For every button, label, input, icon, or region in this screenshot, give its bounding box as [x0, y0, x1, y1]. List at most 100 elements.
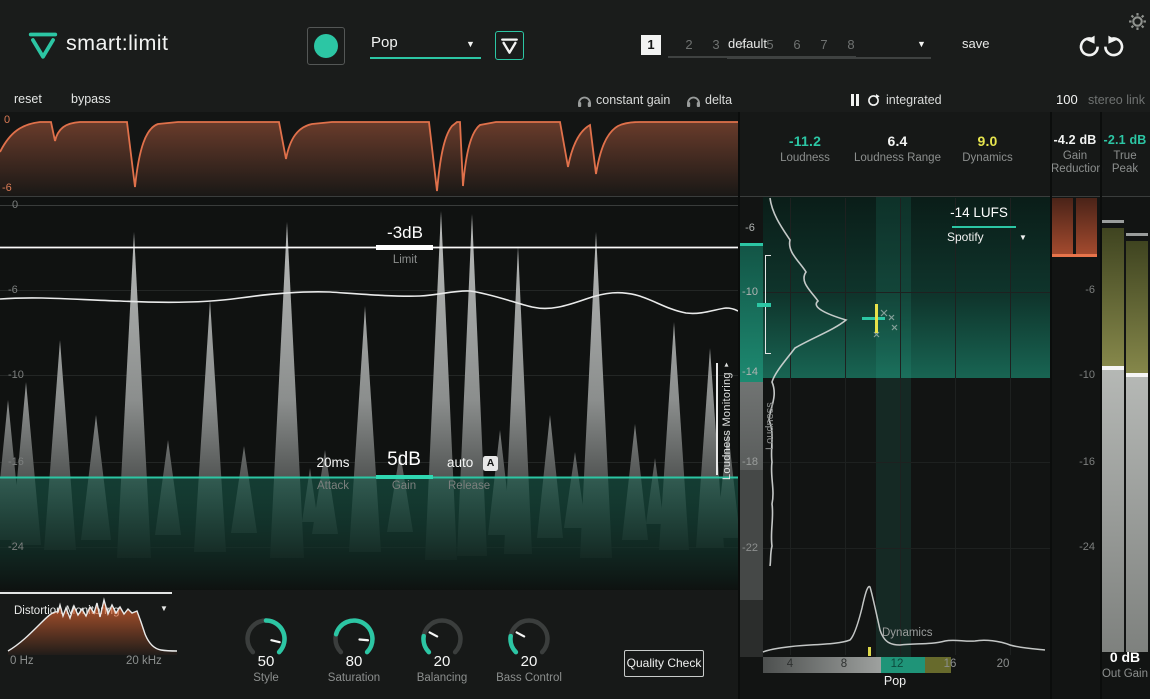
gain-reduction-trace	[0, 112, 738, 196]
gr-scale-0: 0	[4, 114, 10, 126]
out-meter-left-top	[1102, 228, 1124, 366]
preset-dropdown[interactable]: default ▼	[727, 33, 932, 60]
constant-gain-label: constant gain	[596, 93, 670, 107]
divider	[738, 112, 740, 699]
stat-loudness: -11.2 Loudness	[760, 133, 850, 165]
peak-hold-left	[1102, 220, 1124, 223]
lp-scale-14: -14	[739, 366, 761, 378]
dyn-tick-12: 12	[887, 658, 907, 670]
dynamics-axis-bar[interactable]: 4 8 12 16 20	[763, 657, 1050, 673]
loudness-histogram-curve	[769, 198, 846, 566]
smart-curve	[0, 291, 738, 314]
lp-scale-18: -18	[739, 456, 761, 468]
sonible-glyph-icon	[501, 37, 518, 54]
chevron-down-icon: ▼	[917, 39, 926, 49]
delta-label: delta	[705, 93, 732, 107]
out-gain-label: Out Gain	[1100, 668, 1150, 680]
stat-loudness-range: 6.4 Loudness Range	[850, 133, 945, 165]
gain-value[interactable]: 5dB	[371, 449, 437, 471]
gain-label: Gain	[371, 480, 437, 492]
release-label: Release	[448, 480, 490, 492]
target-underline	[952, 226, 1016, 228]
record-icon	[314, 34, 338, 58]
stat-true-peak: -2.1 dB True Peak	[1101, 133, 1149, 176]
genre-dropdown-value: Pop	[371, 34, 398, 51]
main-scale-10: -10	[8, 369, 24, 381]
style-knob-readout: 50Style	[221, 653, 311, 684]
lp-scale-6: -6	[739, 222, 761, 234]
crosshair-v	[875, 304, 878, 333]
release-value[interactable]: auto	[447, 455, 473, 470]
distortion-spectrum	[0, 595, 190, 657]
genre-dropdown[interactable]: Pop ▼	[370, 30, 482, 60]
main-scale-24: -24	[8, 541, 24, 553]
pause-icon	[851, 94, 854, 106]
lp-scale-22: -22	[739, 542, 761, 554]
preset-slot-1[interactable]: 1	[641, 35, 661, 55]
freq-min-label: 0 Hz	[10, 655, 34, 667]
dyn-tick-20: 20	[993, 658, 1013, 670]
main-scale-0: 0	[12, 199, 18, 211]
pause-icon	[856, 94, 859, 106]
integrated-label: integrated	[886, 93, 942, 107]
chevron-down-icon: ▼	[466, 39, 475, 49]
limit-label: Limit	[355, 254, 455, 266]
loudness-graph	[739, 196, 1050, 657]
stat-gain-reduction: -4.2 dB Gain Reduction	[1051, 133, 1099, 176]
gain-handle[interactable]	[376, 475, 433, 479]
bass-control-knob-readout: 20Bass Control	[484, 653, 574, 684]
main-scale-6: -6	[8, 284, 18, 296]
save-button[interactable]: save	[962, 36, 989, 51]
quality-check-button[interactable]: Quality Check	[624, 650, 704, 677]
bypass-button[interactable]: bypass	[71, 92, 111, 106]
dynamics-curve-label: Dynamics	[882, 627, 932, 639]
limit-handle[interactable]	[376, 245, 433, 250]
tab-line	[716, 363, 718, 475]
crosshair-h	[862, 317, 885, 320]
current-loudness-tick	[757, 303, 771, 307]
undo-icon[interactable]	[1077, 35, 1101, 59]
limit-value[interactable]: -3dB	[355, 223, 455, 243]
meter-scale-16: -16	[1070, 456, 1095, 468]
gear-icon[interactable]	[1128, 12, 1147, 31]
preset-slot-3[interactable]: 3	[706, 35, 726, 55]
attack-label: Attack	[303, 480, 363, 492]
freq-max-label: 20 kHz	[126, 655, 162, 667]
chevron-down-icon: ▼	[1019, 233, 1027, 242]
out-meter-right-top	[1126, 241, 1148, 373]
reset-button[interactable]: reset	[14, 92, 42, 106]
sonible-logo-icon	[28, 30, 58, 59]
stereo-link-value[interactable]: 100	[1056, 92, 1078, 107]
ab-compare-button[interactable]	[495, 31, 524, 60]
target-value: -14 LUFS	[940, 205, 1018, 220]
loop-icon	[867, 94, 880, 107]
target-crosshair[interactable]	[860, 304, 888, 336]
dyn-tick-4: 4	[780, 658, 800, 670]
out-meter-right-bar	[1126, 377, 1148, 652]
loudness-target-selector[interactable]: -14 LUFS Spotify ▼	[940, 205, 1030, 245]
stat-dynamics: 9.0 Dynamics	[945, 133, 1030, 165]
peak-hold-right	[1126, 233, 1148, 236]
lp-scale-10: -10	[739, 286, 761, 298]
genre-marker: Pop	[870, 674, 920, 688]
headphones-icon	[686, 93, 701, 108]
saturation-knob-readout: 80Saturation	[309, 653, 399, 684]
auto-release-badge[interactable]: A	[483, 456, 498, 471]
loudness-monitoring-tab[interactable]: Loudness Monitoring ▾	[714, 360, 738, 480]
main-scale-16: -16	[8, 456, 24, 468]
gr-meter-left	[1052, 198, 1073, 254]
out-meter-left-bar	[1102, 370, 1124, 652]
attack-value[interactable]: 20ms	[303, 455, 363, 470]
stereo-link-label: stereo link	[1088, 93, 1145, 107]
gr-scale-6: -6	[2, 182, 12, 194]
preset-slot-2[interactable]: 2	[679, 35, 699, 55]
loudness-axis-label: Loudness	[764, 388, 776, 450]
dynamics-curve	[763, 587, 1045, 652]
out-gain-value[interactable]: 0 dB	[1100, 649, 1150, 665]
preset-dropdown-underline	[727, 57, 931, 59]
balancing-knob-readout: 20Balancing	[397, 653, 487, 684]
dynamics-value-tick	[868, 647, 871, 656]
redo-icon[interactable]	[1102, 35, 1126, 59]
record-button[interactable]	[307, 27, 345, 65]
gr-meter-right	[1076, 198, 1097, 254]
